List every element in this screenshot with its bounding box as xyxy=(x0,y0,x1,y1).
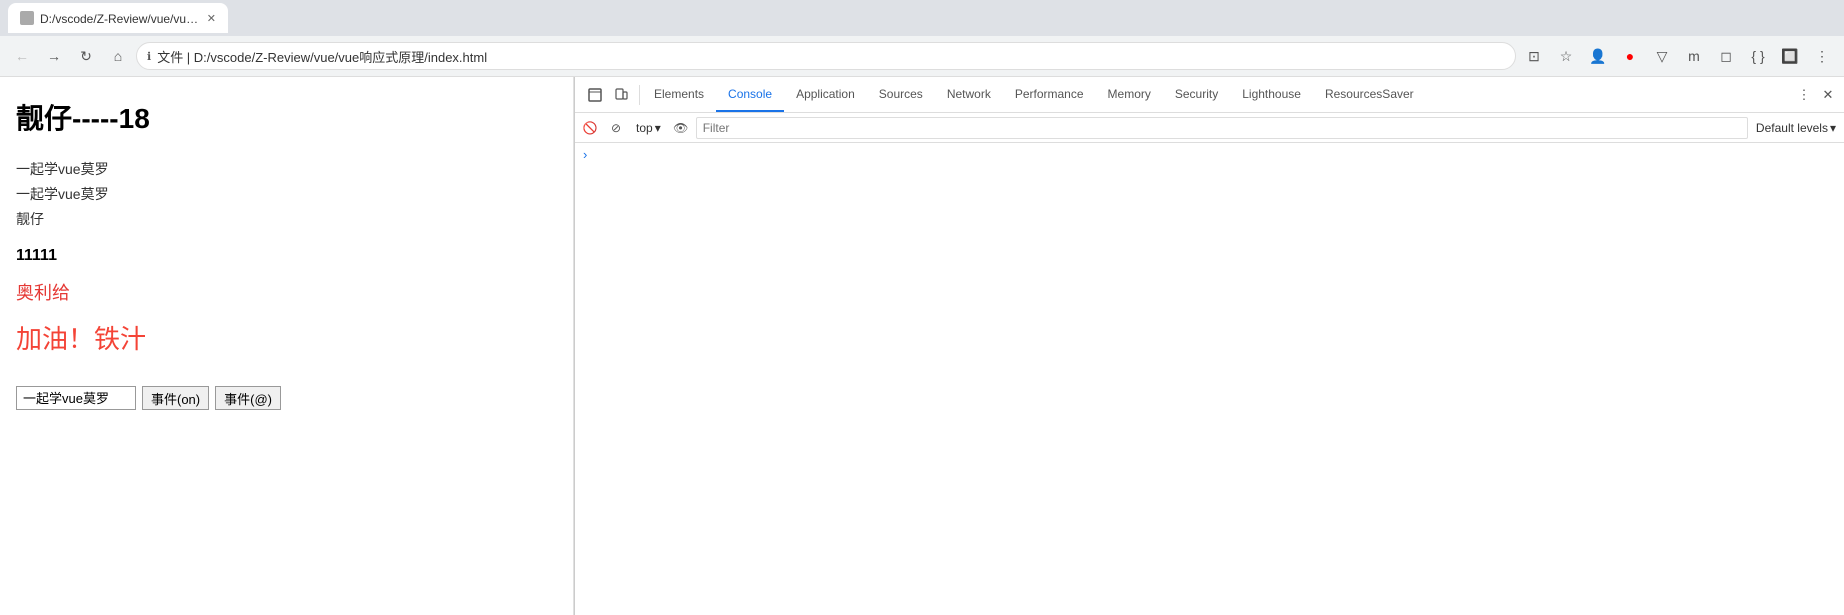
main-layout: 靓仔-----18 一起学vue莫罗 一起学vue莫罗 靓仔 11111 奥利给… xyxy=(0,77,1844,615)
tab-application[interactable]: Application xyxy=(784,77,867,112)
address-bar[interactable]: ℹ 文件 | D:/vscode/Z-Review/vue/vue响应式原理/i… xyxy=(136,42,1516,70)
tab-title: D:/vscode/Z-Review/vue/vue响应式原理/index.ht… xyxy=(40,10,201,27)
device-toggle-button[interactable] xyxy=(609,83,633,107)
bookmark-button[interactable]: ☆ xyxy=(1552,42,1580,70)
ext4-button[interactable]: m xyxy=(1680,42,1708,70)
page-bold: 11111 xyxy=(16,247,557,265)
lock-icon: ℹ xyxy=(147,50,151,63)
page-line-3: 靓仔 xyxy=(16,207,557,232)
default-levels-label: Default levels xyxy=(1756,121,1828,135)
tab-favicon xyxy=(20,11,34,25)
tab-elements[interactable]: Elements xyxy=(642,77,716,112)
console-clear-button[interactable]: 🚫 xyxy=(579,117,601,139)
tab-performance[interactable]: Performance xyxy=(1003,77,1096,112)
page-line-1: 一起学vue莫罗 xyxy=(16,157,557,182)
tab-bar: D:/vscode/Z-Review/vue/vue响应式原理/index.ht… xyxy=(0,0,1844,36)
address-text: 文件 | D:/vscode/Z-Review/vue/vue响应式原理/ind… xyxy=(157,47,1505,66)
tab-resourcessaver[interactable]: ResourcesSaver xyxy=(1313,77,1426,112)
inspect-element-button[interactable] xyxy=(583,83,607,107)
tab-console[interactable]: Console xyxy=(716,77,784,112)
toolbar: ← → ↻ ⌂ ℹ 文件 | D:/vscode/Z-Review/vue/vu… xyxy=(0,36,1844,76)
devtools-settings-button[interactable]: ⋮ xyxy=(1792,83,1816,107)
console-stop-button[interactable]: ⊘ xyxy=(605,117,627,139)
browser-chrome: D:/vscode/Z-Review/vue/vue响应式原理/index.ht… xyxy=(0,0,1844,77)
event-at-button[interactable]: 事件(@) xyxy=(215,386,281,410)
tab-close-btn[interactable]: ✕ xyxy=(207,12,216,25)
devtools-header: Elements Console Application Sources Net… xyxy=(575,77,1844,113)
ext6-button[interactable]: { } xyxy=(1744,42,1772,70)
toolbar-right: ⊡ ☆ 👤 ● ▽ m ◻ { } 🔲 ⋮ xyxy=(1520,42,1836,70)
console-prompt: › xyxy=(583,147,1836,162)
tab-security[interactable]: Security xyxy=(1163,77,1230,112)
console-body[interactable]: › xyxy=(575,143,1844,615)
devtools-panel: Elements Console Application Sources Net… xyxy=(574,77,1844,615)
browser-tab[interactable]: D:/vscode/Z-Review/vue/vue响应式原理/index.ht… xyxy=(8,3,228,33)
filter-input[interactable] xyxy=(696,117,1748,139)
devtools-tabs: Elements Console Application Sources Net… xyxy=(642,77,1792,112)
page-line-2: 一起学vue莫罗 xyxy=(16,182,557,207)
ext7-button[interactable]: 🔲 xyxy=(1776,42,1804,70)
cast-button[interactable]: ⊡ xyxy=(1520,42,1548,70)
page-red-medium: 奥利给 xyxy=(16,279,557,305)
ext1-button[interactable]: 👤 xyxy=(1584,42,1612,70)
ext5-button[interactable]: ◻ xyxy=(1712,42,1740,70)
event-on-button[interactable]: 事件(on) xyxy=(142,386,209,410)
tab-network[interactable]: Network xyxy=(935,77,1003,112)
context-selector[interactable]: top ▾ xyxy=(631,117,666,139)
page-title: 靓仔-----18 xyxy=(16,97,557,137)
reload-button[interactable]: ↻ xyxy=(72,42,100,70)
home-button[interactable]: ⌂ xyxy=(104,42,132,70)
page-input[interactable] xyxy=(16,386,136,410)
page-content: 靓仔-----18 一起学vue莫罗 一起学vue莫罗 靓仔 11111 奥利给… xyxy=(0,77,574,615)
page-input-row: 事件(on) 事件(@) xyxy=(16,386,557,410)
devtools-divider xyxy=(639,85,640,105)
console-chevron: › xyxy=(583,147,587,162)
context-dropdown-icon: ▾ xyxy=(655,121,661,135)
devtools-icons xyxy=(579,83,637,107)
forward-button[interactable]: → xyxy=(40,42,68,70)
back-button[interactable]: ← xyxy=(8,42,36,70)
menu-button[interactable]: ⋮ xyxy=(1808,42,1836,70)
default-levels-selector[interactable]: Default levels ▾ xyxy=(1752,121,1840,135)
console-toolbar: 🚫 ⊘ top ▾ 👁 Default levels ▾ xyxy=(575,113,1844,143)
tab-sources[interactable]: Sources xyxy=(867,77,935,112)
context-value: top xyxy=(636,121,653,135)
devtools-close-button[interactable]: ✕ xyxy=(1816,83,1840,107)
tab-memory[interactable]: Memory xyxy=(1096,77,1163,112)
live-expression-button[interactable]: 👁 xyxy=(670,117,692,139)
ext3-button[interactable]: ▽ xyxy=(1648,42,1676,70)
tab-lighthouse[interactable]: Lighthouse xyxy=(1230,77,1313,112)
default-levels-arrow: ▾ xyxy=(1830,121,1836,135)
page-red-large: 加油！铁汁 xyxy=(16,319,557,356)
ext2-button[interactable]: ● xyxy=(1616,42,1644,70)
